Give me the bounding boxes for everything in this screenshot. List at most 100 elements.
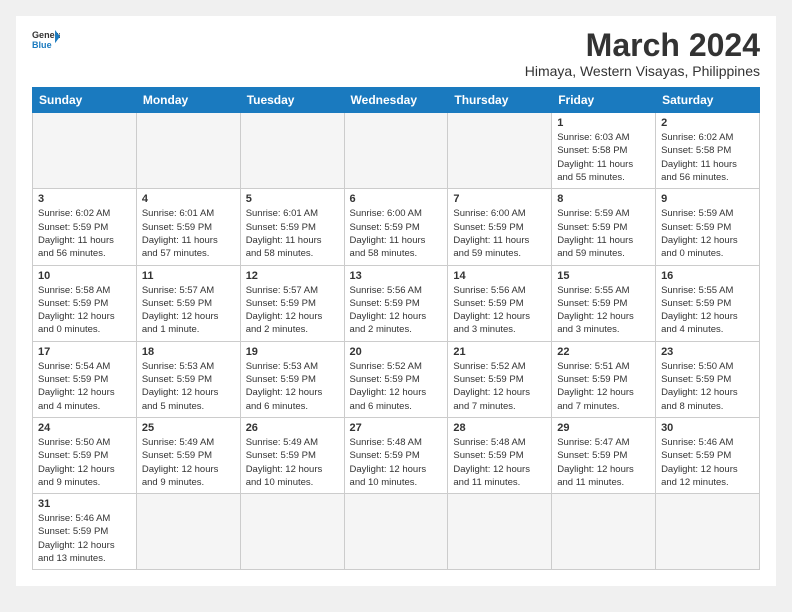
svg-text:Blue: Blue <box>32 40 52 50</box>
calendar-day-cell <box>344 494 448 570</box>
day-number: 25 <box>142 422 235 434</box>
calendar-day-cell: 26 Sunrise: 5:49 AM Sunset: 5:59 PM Dayli… <box>240 417 344 493</box>
calendar-day-cell <box>656 494 760 570</box>
day-info: Sunrise: 5:48 AM Sunset: 5:59 PM Dayligh… <box>453 436 546 489</box>
calendar-day-cell: 7Sunrise: 6:00 AM Sunset: 5:59 PM Daylig… <box>448 189 552 265</box>
day-info: Sunrise: 6:02 AM Sunset: 5:58 PM Dayligh… <box>661 131 754 184</box>
day-number: 16 <box>661 270 754 282</box>
day-info: Sunrise: 5:57 AM Sunset: 5:59 PM Dayligh… <box>246 284 339 337</box>
day-number: 22 <box>557 346 650 358</box>
calendar-day-cell: 29 Sunrise: 5:47 AM Sunset: 5:59 PM Dayli… <box>552 417 656 493</box>
calendar-day-cell <box>552 494 656 570</box>
calendar-table: SundayMondayTuesdayWednesdayThursdayFrid… <box>32 87 760 570</box>
calendar-day-cell: 10 Sunrise: 5:58 AM Sunset: 5:59 PM Dayli… <box>33 265 137 341</box>
day-info: Sunrise: 5:50 AM Sunset: 5:59 PM Dayligh… <box>661 360 754 413</box>
day-info: Sunrise: 5:59 AM Sunset: 5:59 PM Dayligh… <box>661 207 754 260</box>
header: General Blue March 2024 Himaya, Western … <box>32 28 760 79</box>
day-number: 11 <box>142 270 235 282</box>
day-number: 2 <box>661 117 754 129</box>
day-info: Sunrise: 6:01 AM Sunset: 5:59 PM Dayligh… <box>142 207 235 260</box>
calendar-day-cell: 6Sunrise: 6:00 AM Sunset: 5:59 PM Daylig… <box>344 189 448 265</box>
calendar-day-cell: 9Sunrise: 5:59 AM Sunset: 5:59 PM Daylig… <box>656 189 760 265</box>
day-info: Sunrise: 5:52 AM Sunset: 5:59 PM Dayligh… <box>350 360 443 413</box>
calendar-day-cell: 30Sunrise: 5:46 AM Sunset: 5:59 PM Dayli… <box>656 417 760 493</box>
calendar-day-cell: 19 Sunrise: 5:53 AM Sunset: 5:59 PM Dayli… <box>240 341 344 417</box>
day-number: 26 <box>246 422 339 434</box>
weekday-header-tuesday: Tuesday <box>240 88 344 113</box>
calendar-day-cell: 1 Sunrise: 6:03 AM Sunset: 5:58 PM Daylig… <box>552 113 656 189</box>
day-number: 4 <box>142 193 235 205</box>
day-number: 19 <box>246 346 339 358</box>
day-number: 27 <box>350 422 443 434</box>
calendar-day-cell <box>448 113 552 189</box>
calendar-day-cell <box>240 494 344 570</box>
calendar-page: General Blue March 2024 Himaya, Western … <box>16 16 776 586</box>
calendar-week-row: 17Sunrise: 5:54 AM Sunset: 5:59 PM Dayli… <box>33 341 760 417</box>
calendar-day-cell: 12 Sunrise: 5:57 AM Sunset: 5:59 PM Dayli… <box>240 265 344 341</box>
day-number: 20 <box>350 346 443 358</box>
day-number: 30 <box>661 422 754 434</box>
calendar-day-cell: 11 Sunrise: 5:57 AM Sunset: 5:59 PM Dayli… <box>136 265 240 341</box>
weekday-header-friday: Friday <box>552 88 656 113</box>
calendar-subtitle: Himaya, Western Visayas, Philippines <box>525 63 760 79</box>
day-info: Sunrise: 5:47 AM Sunset: 5:59 PM Dayligh… <box>557 436 650 489</box>
day-number: 12 <box>246 270 339 282</box>
day-info: Sunrise: 5:58 AM Sunset: 5:59 PM Dayligh… <box>38 284 131 337</box>
weekday-header-saturday: Saturday <box>656 88 760 113</box>
day-number: 21 <box>453 346 546 358</box>
day-info: Sunrise: 5:48 AM Sunset: 5:59 PM Dayligh… <box>350 436 443 489</box>
calendar-day-cell <box>33 113 137 189</box>
day-info: Sunrise: 6:03 AM Sunset: 5:58 PM Dayligh… <box>557 131 650 184</box>
day-info: Sunrise: 5:52 AM Sunset: 5:59 PM Dayligh… <box>453 360 546 413</box>
calendar-day-cell: 21 Sunrise: 5:52 AM Sunset: 5:59 PM Dayli… <box>448 341 552 417</box>
day-number: 13 <box>350 270 443 282</box>
day-info: Sunrise: 5:50 AM Sunset: 5:59 PM Dayligh… <box>38 436 131 489</box>
day-info: Sunrise: 5:49 AM Sunset: 5:59 PM Dayligh… <box>246 436 339 489</box>
calendar-day-cell: 8Sunrise: 5:59 AM Sunset: 5:59 PM Daylig… <box>552 189 656 265</box>
day-number: 7 <box>453 193 546 205</box>
day-info: Sunrise: 5:53 AM Sunset: 5:59 PM Dayligh… <box>246 360 339 413</box>
day-number: 3 <box>38 193 131 205</box>
day-info: Sunrise: 5:57 AM Sunset: 5:59 PM Dayligh… <box>142 284 235 337</box>
logo: General Blue <box>32 28 60 50</box>
day-number: 31 <box>38 498 131 510</box>
calendar-day-cell: 18 Sunrise: 5:53 AM Sunset: 5:59 PM Dayli… <box>136 341 240 417</box>
calendar-day-cell: 20 Sunrise: 5:52 AM Sunset: 5:59 PM Dayli… <box>344 341 448 417</box>
calendar-week-row: 24 Sunrise: 5:50 AM Sunset: 5:59 PM Dayli… <box>33 417 760 493</box>
calendar-day-cell <box>240 113 344 189</box>
day-number: 24 <box>38 422 131 434</box>
day-info: Sunrise: 6:01 AM Sunset: 5:59 PM Dayligh… <box>246 207 339 260</box>
day-info: Sunrise: 5:53 AM Sunset: 5:59 PM Dayligh… <box>142 360 235 413</box>
day-info: Sunrise: 5:49 AM Sunset: 5:59 PM Dayligh… <box>142 436 235 489</box>
calendar-day-cell: 5 Sunrise: 6:01 AM Sunset: 5:59 PM Daylig… <box>240 189 344 265</box>
day-info: Sunrise: 5:55 AM Sunset: 5:59 PM Dayligh… <box>557 284 650 337</box>
calendar-day-cell <box>136 113 240 189</box>
weekday-header-thursday: Thursday <box>448 88 552 113</box>
day-info: Sunrise: 6:02 AM Sunset: 5:59 PM Dayligh… <box>38 207 131 260</box>
day-info: Sunrise: 5:46 AM Sunset: 5:59 PM Dayligh… <box>38 512 131 565</box>
calendar-day-cell: 3 Sunrise: 6:02 AM Sunset: 5:59 PM Daylig… <box>33 189 137 265</box>
calendar-day-cell: 2 Sunrise: 6:02 AM Sunset: 5:58 PM Daylig… <box>656 113 760 189</box>
generalblue-logo-icon: General Blue <box>32 28 60 50</box>
day-number: 29 <box>557 422 650 434</box>
calendar-day-cell <box>136 494 240 570</box>
calendar-day-cell: 27 Sunrise: 5:48 AM Sunset: 5:59 PM Dayli… <box>344 417 448 493</box>
day-number: 5 <box>246 193 339 205</box>
day-info: Sunrise: 5:51 AM Sunset: 5:59 PM Dayligh… <box>557 360 650 413</box>
calendar-day-cell: 23Sunrise: 5:50 AM Sunset: 5:59 PM Dayli… <box>656 341 760 417</box>
calendar-week-row: 3 Sunrise: 6:02 AM Sunset: 5:59 PM Daylig… <box>33 189 760 265</box>
calendar-day-cell: 28 Sunrise: 5:48 AM Sunset: 5:59 PM Dayli… <box>448 417 552 493</box>
day-number: 28 <box>453 422 546 434</box>
day-number: 1 <box>557 117 650 129</box>
day-number: 15 <box>557 270 650 282</box>
weekday-header-row: SundayMondayTuesdayWednesdayThursdayFrid… <box>33 88 760 113</box>
day-info: Sunrise: 5:56 AM Sunset: 5:59 PM Dayligh… <box>453 284 546 337</box>
calendar-day-cell <box>448 494 552 570</box>
calendar-day-cell <box>344 113 448 189</box>
day-number: 8 <box>557 193 650 205</box>
day-info: Sunrise: 6:00 AM Sunset: 5:59 PM Dayligh… <box>350 207 443 260</box>
day-number: 10 <box>38 270 131 282</box>
day-number: 18 <box>142 346 235 358</box>
calendar-week-row: 1 Sunrise: 6:03 AM Sunset: 5:58 PM Daylig… <box>33 113 760 189</box>
calendar-week-row: 10 Sunrise: 5:58 AM Sunset: 5:59 PM Dayli… <box>33 265 760 341</box>
